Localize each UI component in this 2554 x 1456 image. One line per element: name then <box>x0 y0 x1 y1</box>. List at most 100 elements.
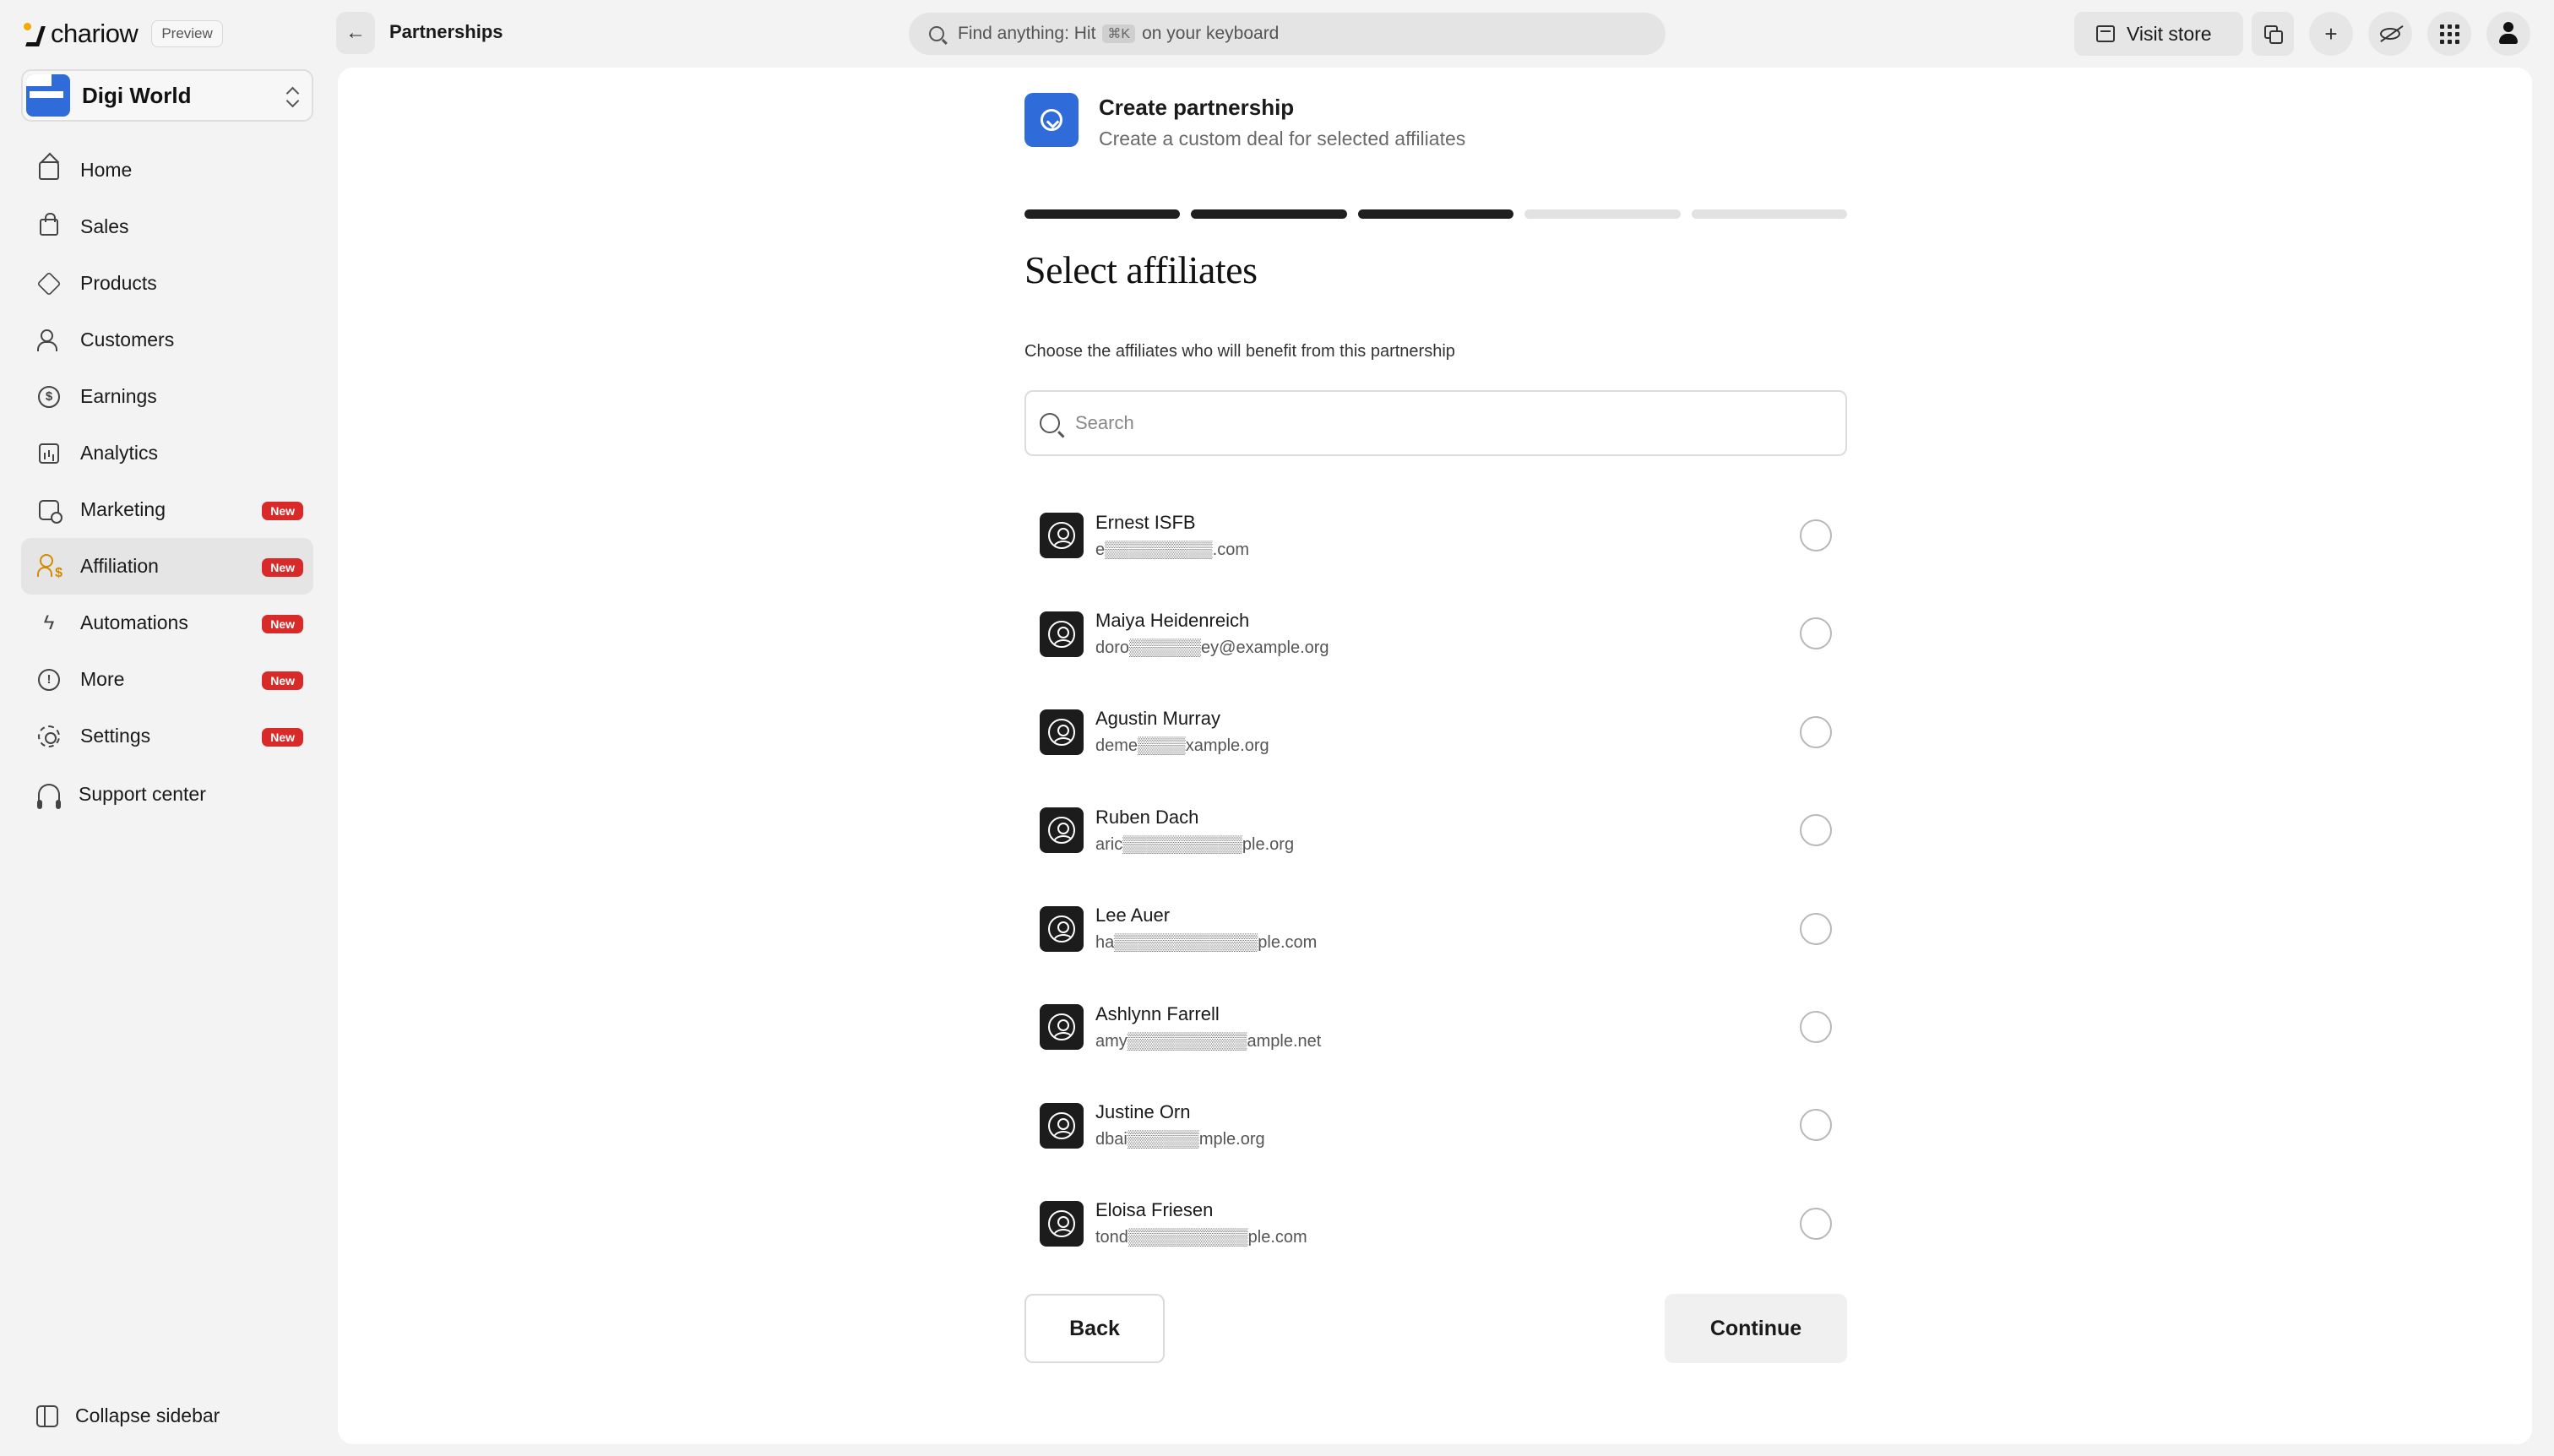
select-affiliate-radio[interactable] <box>1800 617 1832 650</box>
add-button[interactable]: + <box>2309 12 2353 56</box>
support-center-link[interactable]: Support center <box>36 781 206 809</box>
affiliate-row[interactable]: Ernest ISFB e▒▒▒▒▒▒▒▒▒.com <box>1024 486 1847 584</box>
affiliate-search-field[interactable] <box>1024 390 1847 456</box>
new-badge: New <box>262 615 303 633</box>
grid-icon <box>2439 24 2459 44</box>
global-search-bar[interactable]: Find anything: Hit ⌘K on your keyboard <box>909 13 1666 55</box>
sidebar-item-affiliation[interactable]: Affiliation New <box>21 538 313 595</box>
affiliate-row[interactable]: Maiya Heidenreich doro▒▒▒▒▒▒ey@example.or… <box>1024 584 1847 682</box>
continue-button[interactable]: Continue <box>1665 1294 1847 1363</box>
wizard-title: Create partnership <box>1099 95 1295 120</box>
main-panel: Create partnership Create a custom deal … <box>338 68 2532 1444</box>
affiliate-email: tond▒▒▒▒▒▒▒▒▒▒ple.com <box>1095 1228 1307 1247</box>
storefront-icon <box>2096 25 2115 42</box>
sidebar-item-analytics[interactable]: Analytics <box>21 425 313 481</box>
select-affiliate-radio[interactable] <box>1800 1109 1832 1142</box>
affiliate-row[interactable]: Justine Orn dbai▒▒▒▒▒▒mple.org <box>1024 1076 1847 1174</box>
hide-preview-button[interactable] <box>2368 12 2412 56</box>
affiliate-name: Ernest ISFB <box>1095 511 1196 533</box>
sidebar-item-settings[interactable]: Settings New <box>21 708 313 764</box>
shortcut-key-hint: ⌘K <box>1102 24 1136 43</box>
affiliate-name: Justine Orn <box>1095 1101 1191 1123</box>
affiliate-row[interactable]: Eloisa Friesen tond▒▒▒▒▒▒▒▒▒▒ple.com <box>1024 1175 1847 1273</box>
affiliate-info: Lee Auer ha▒▒▒▒▒▒▒▒▒▒▒▒ple.com <box>1095 905 1317 953</box>
box-icon <box>36 271 62 296</box>
visit-store-label: Visit store <box>2127 22 2212 45</box>
user-circle-icon <box>1040 513 1084 559</box>
sidebar-item-label: Sales <box>80 215 129 237</box>
breadcrumb[interactable]: Partnerships <box>389 21 503 43</box>
affiliate-row[interactable]: Lee Auer ha▒▒▒▒▒▒▒▒▒▒▒▒ple.com <box>1024 880 1847 978</box>
sidebar-item-more[interactable]: ! More New <box>21 651 313 708</box>
affiliate-email: aric▒▒▒▒▒▒▒▒▒▒ple.org <box>1095 834 1295 854</box>
progress-step <box>1024 209 1181 219</box>
affiliate-info: Agustin Murray deme▒▒▒▒xample.org <box>1095 708 1269 756</box>
back-arrow-button[interactable]: ← <box>336 12 375 54</box>
select-affiliate-radio[interactable] <box>1800 519 1832 551</box>
affiliate-email: ha▒▒▒▒▒▒▒▒▒▒▒▒ple.com <box>1095 933 1318 953</box>
sidebar-item-label: Home <box>80 159 133 181</box>
affiliate-name: Ruben Dach <box>1095 806 1199 828</box>
select-affiliate-radio[interactable] <box>1800 715 1832 748</box>
sidebar-item-marketing[interactable]: Marketing New <box>21 481 313 538</box>
marketing-icon <box>36 497 62 524</box>
chariow-logo-icon <box>24 21 46 46</box>
user-icon <box>2497 22 2519 46</box>
shopping-bag-icon <box>36 212 62 240</box>
sidebar-item-label: Settings <box>80 725 151 747</box>
user-circle-icon <box>1040 1200 1084 1247</box>
copy-icon <box>2264 25 2283 44</box>
user-circle-icon <box>1040 905 1084 952</box>
affiliate-info: Justine Orn dbai▒▒▒▒▒▒mple.org <box>1095 1101 1265 1149</box>
affiliate-row[interactable]: Ruben Dach aric▒▒▒▒▒▒▒▒▒▒ple.org <box>1024 781 1847 879</box>
affiliation-icon <box>36 553 62 581</box>
affiliate-row[interactable]: Ashlynn Farrell amy▒▒▒▒▒▒▒▒▒▒ample.net <box>1024 978 1847 1076</box>
sidebar-item-sales[interactable]: Sales <box>21 198 313 255</box>
progress-step <box>1357 209 1514 219</box>
affiliate-email: deme▒▒▒▒xample.org <box>1095 736 1269 756</box>
create-partnership-wizard: Create partnership Create a custom deal … <box>1024 93 1848 1363</box>
info-icon: ! <box>36 667 62 693</box>
affiliate-info: Maiya Heidenreich doro▒▒▒▒▒▒ey@example.or… <box>1095 610 1329 658</box>
select-affiliate-radio[interactable] <box>1800 814 1832 847</box>
apps-menu-button[interactable] <box>2427 12 2471 56</box>
users-icon <box>36 328 62 353</box>
wizard-header: Create partnership Create a custom deal … <box>1024 93 1847 150</box>
sidebar-item-home[interactable]: Home <box>21 142 313 198</box>
sidebar-item-customers[interactable]: Customers <box>21 312 313 368</box>
affiliate-name: Ashlynn Farrell <box>1095 1002 1220 1024</box>
user-circle-icon <box>1040 1004 1084 1051</box>
affiliate-row[interactable]: Agustin Murray deme▒▒▒▒xample.org <box>1024 683 1847 781</box>
affiliate-name: Agustin Murray <box>1095 708 1220 730</box>
brand-logo[interactable]: chariow Preview <box>24 15 223 52</box>
account-menu-button[interactable] <box>2486 12 2530 56</box>
step-description: Choose the affiliates who will benefit f… <box>1024 342 1455 361</box>
new-badge: New <box>262 728 303 747</box>
sidebar-item-label: Marketing <box>80 498 166 520</box>
sidebar-item-label: Customers <box>80 329 175 350</box>
affiliate-email: amy▒▒▒▒▒▒▒▒▒▒ample.net <box>1095 1031 1322 1051</box>
affiliate-email: dbai▒▒▒▒▒▒mple.org <box>1095 1130 1265 1149</box>
store-switcher[interactable]: Digi World <box>21 69 313 122</box>
select-affiliate-radio[interactable] <box>1800 1207 1832 1240</box>
sidebar-item-automations[interactable]: ϟ Automations New <box>21 595 313 651</box>
sidebar: Digi World Home Sales Products Customers… <box>0 68 336 1456</box>
visit-store-button[interactable]: Visit store <box>2074 12 2243 56</box>
step-heading: Select affiliates <box>1024 248 1258 291</box>
sidebar-nav: Home Sales Products Customers $ Earnings… <box>21 142 313 764</box>
global-search-prefix: Find anything: Hit <box>958 24 1096 43</box>
back-button[interactable]: Back <box>1024 1294 1165 1363</box>
user-circle-icon <box>1040 709 1084 755</box>
duplicate-button[interactable] <box>2252 12 2294 56</box>
collapse-sidebar-label: Collapse sidebar <box>75 1404 220 1426</box>
select-affiliate-radio[interactable] <box>1800 1010 1832 1043</box>
collapse-sidebar-button[interactable]: Collapse sidebar <box>36 1404 220 1427</box>
sidebar-item-earnings[interactable]: $ Earnings <box>21 368 313 425</box>
sidebar-item-products[interactable]: Products <box>21 255 313 312</box>
select-affiliate-radio[interactable] <box>1800 912 1832 945</box>
affiliate-search-input[interactable] <box>1075 412 1818 434</box>
step-progress <box>1024 209 1848 219</box>
sidebar-item-label: Earnings <box>80 385 157 407</box>
sidebar-item-label: Products <box>80 272 157 294</box>
brand-name: chariow <box>51 19 139 48</box>
